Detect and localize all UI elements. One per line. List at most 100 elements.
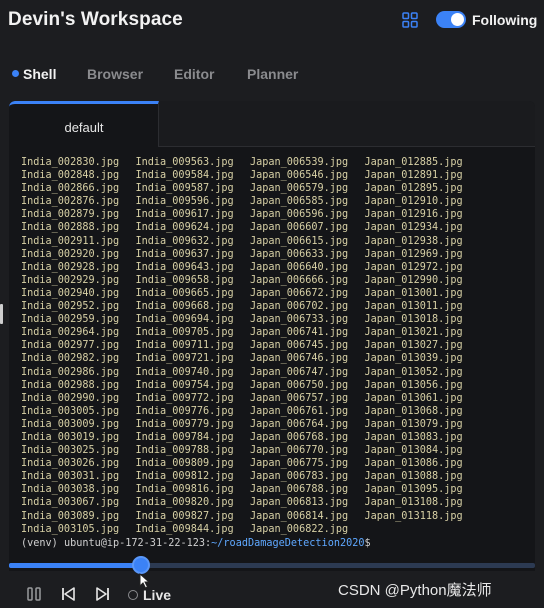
file-name: Japan_006666.jpg	[250, 274, 349, 286]
file-name: India_009776.jpg	[135, 405, 234, 417]
file-name: India_009637.jpg	[135, 248, 234, 260]
file-name: India_002888.jpg	[21, 222, 120, 234]
toggle-knob	[451, 13, 464, 26]
file-name: India_009587.jpg	[135, 183, 234, 195]
file-name: Japan_006746.jpg	[250, 353, 349, 365]
file-name: India_003026.jpg	[21, 458, 120, 470]
following-toggle[interactable]	[436, 11, 466, 28]
terminal-line: India_002911.jpg India_009632.jpg Japan_00…	[21, 235, 531, 248]
file-name: India_002964.jpg	[21, 327, 120, 339]
file-name: India_003005.jpg	[21, 405, 120, 417]
terminal-line: India_002920.jpg India_009637.jpg Japan_00…	[21, 248, 531, 261]
tab-planner[interactable]: Planner	[247, 66, 298, 82]
prompt-venv: (venv)	[21, 537, 64, 549]
resize-handle[interactable]	[0, 304, 3, 324]
file-name: India_009711.jpg	[135, 340, 234, 352]
playback-scrubber-handle[interactable]	[132, 556, 150, 574]
terminal-line: India_002888.jpg India_009624.jpg Japan_00…	[21, 221, 531, 234]
terminal-line: India_002990.jpg India_009772.jpg Japan_00…	[21, 392, 531, 405]
file-name: India_002920.jpg	[21, 248, 120, 260]
file-name: Japan_012895.jpg	[364, 183, 463, 195]
live-dot-icon	[128, 590, 138, 600]
file-name: Japan_012969.jpg	[364, 248, 463, 260]
pause-icon[interactable]	[24, 584, 44, 604]
file-name: Japan_006764.jpg	[250, 418, 349, 430]
file-name: India_002866.jpg	[21, 183, 120, 195]
terminal-tab-default[interactable]: default	[9, 101, 159, 147]
file-name: India_002928.jpg	[21, 261, 120, 273]
file-name: India_009705.jpg	[135, 327, 234, 339]
playback-progress-bar[interactable]	[9, 563, 535, 568]
skip-forward-icon[interactable]	[93, 584, 113, 604]
file-name: Japan_012934.jpg	[364, 222, 463, 234]
terminal-line: India_003025.jpg India_009788.jpg Japan_00…	[21, 444, 531, 457]
file-name: India_009809.jpg	[135, 458, 234, 470]
file-name: India_009754.jpg	[135, 379, 234, 391]
file-name: Japan_006747.jpg	[250, 366, 349, 378]
file-name: Japan_013052.jpg	[364, 366, 463, 378]
file-name: India_009624.jpg	[135, 222, 234, 234]
terminal-line: India_002929.jpg India_009658.jpg Japan_00…	[21, 274, 531, 287]
file-name: Japan_006579.jpg	[250, 183, 349, 195]
file-name: Japan_006745.jpg	[250, 340, 349, 352]
file-name: India_002911.jpg	[21, 235, 120, 247]
terminal-output[interactable]: India_002830.jpg India_009563.jpg Japan_00…	[21, 156, 531, 550]
file-name: India_002876.jpg	[21, 196, 120, 208]
file-name: India_003019.jpg	[21, 431, 120, 443]
file-name: Japan_006596.jpg	[250, 209, 349, 221]
terminal-line: India_002879.jpg India_009617.jpg Japan_00…	[21, 208, 531, 221]
prompt-symbol: $	[364, 537, 371, 549]
terminal-line: India_003067.jpg India_009820.jpg Japan_00…	[21, 496, 531, 509]
file-name: Japan_006615.jpg	[250, 235, 349, 247]
skip-back-icon[interactable]	[58, 584, 78, 604]
file-name: Japan_013083.jpg	[364, 431, 463, 443]
file-name: Japan_012891.jpg	[364, 170, 463, 182]
mouse-cursor-icon	[139, 573, 151, 589]
tab-shell[interactable]: Shell	[23, 66, 56, 82]
file-name: Japan_012990.jpg	[364, 274, 463, 286]
file-name: India_002879.jpg	[21, 209, 120, 221]
tab-editor[interactable]: Editor	[174, 66, 214, 82]
file-name: India_009779.jpg	[135, 418, 234, 430]
file-name: Japan_006640.jpg	[250, 261, 349, 273]
file-name: India_009812.jpg	[135, 471, 234, 483]
file-name: Japan_006585.jpg	[250, 196, 349, 208]
tab-browser[interactable]: Browser	[87, 66, 143, 82]
file-name: India_009596.jpg	[135, 196, 234, 208]
terminal-line: India_002848.jpg India_009584.jpg Japan_00…	[21, 169, 531, 182]
shell-panel: default India_002830.jpg India_009563.jpg…	[9, 101, 535, 571]
terminal-line: India_003038.jpg India_009816.jpg Japan_00…	[21, 483, 531, 496]
terminal-line: India_002982.jpg India_009721.jpg Japan_00…	[21, 352, 531, 365]
file-name	[365, 523, 480, 536]
file-name: Japan_013001.jpg	[364, 287, 463, 299]
file-name: Japan_006814.jpg	[250, 510, 349, 522]
file-name: Japan_006768.jpg	[250, 431, 349, 443]
file-name: Japan_006672.jpg	[250, 287, 349, 299]
terminal-line: India_002964.jpg India_009705.jpg Japan_00…	[21, 326, 531, 339]
grid-icon[interactable]	[402, 12, 418, 28]
file-name: India_009617.jpg	[135, 209, 234, 221]
file-name: Japan_006702.jpg	[250, 301, 349, 313]
file-name: India_009827.jpg	[135, 510, 234, 522]
file-name: Japan_013021.jpg	[364, 327, 463, 339]
live-button[interactable]: Live	[143, 587, 171, 603]
file-name: Japan_006546.jpg	[250, 170, 349, 182]
file-name: India_002988.jpg	[21, 379, 120, 391]
file-name: Japan_006741.jpg	[250, 327, 349, 339]
terminal-line: India_003019.jpg India_009784.jpg Japan_00…	[21, 431, 531, 444]
terminal-line: India_003031.jpg India_009812.jpg Japan_00…	[21, 470, 531, 483]
file-name: Japan_013056.jpg	[364, 379, 463, 391]
file-name: Japan_006775.jpg	[250, 458, 349, 470]
file-name: Japan_006761.jpg	[250, 405, 349, 417]
file-name: India_002959.jpg	[21, 314, 120, 326]
terminal-line: India_002830.jpg India_009563.jpg Japan_00…	[21, 156, 531, 169]
file-name: Japan_012885.jpg	[364, 157, 463, 168]
file-name: Japan_013084.jpg	[364, 445, 463, 457]
file-name: India_002940.jpg	[21, 287, 120, 299]
file-name: India_003105.jpg	[21, 523, 120, 535]
file-name: Japan_006539.jpg	[250, 157, 349, 168]
file-name: India_002982.jpg	[21, 353, 120, 365]
workspace-header: Devin's Workspace Following	[0, 0, 544, 44]
prompt-path: ~/roadDamageDetection2020	[211, 537, 365, 549]
file-name: Japan_013095.jpg	[364, 484, 463, 496]
